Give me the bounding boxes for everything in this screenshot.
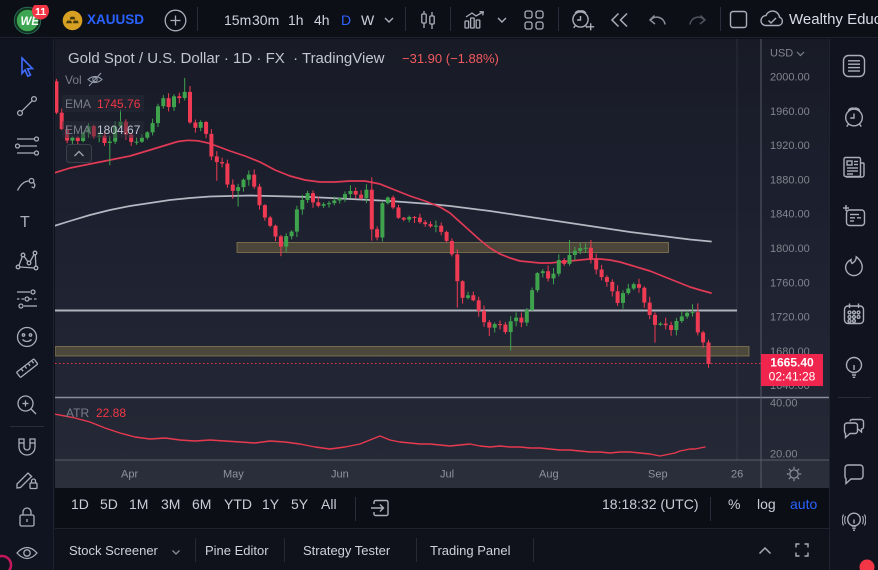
svg-text:Vol: Vol xyxy=(65,73,82,87)
svg-text:EMA: EMA xyxy=(65,123,91,137)
svg-text:Aug: Aug xyxy=(539,469,559,481)
svg-text:Jul: Jul xyxy=(440,469,454,481)
svg-text:Jun: Jun xyxy=(331,469,349,481)
svg-text:Apr: Apr xyxy=(121,469,138,481)
svg-text:40.00: 40.00 xyxy=(770,398,798,410)
svg-text:1840.00: 1840.00 xyxy=(770,209,810,221)
svg-text:20.00: 20.00 xyxy=(770,449,798,461)
svg-text:02:41:28: 02:41:28 xyxy=(769,370,816,384)
svg-text:1800.00: 1800.00 xyxy=(770,243,810,255)
svg-text:11: 11 xyxy=(35,6,46,18)
svg-text:22.88: 22.88 xyxy=(96,406,126,420)
svg-text:Sep: Sep xyxy=(648,469,668,481)
svg-text:1880.00: 1880.00 xyxy=(770,174,810,186)
svg-text:USD: USD xyxy=(770,48,793,60)
svg-text:EMA: EMA xyxy=(65,97,91,111)
svg-text:26: 26 xyxy=(731,469,743,481)
svg-text:1720.00: 1720.00 xyxy=(770,312,810,324)
svg-text:May: May xyxy=(223,469,244,481)
svg-text:Gold Spot / U.S. Dollar · 1D ·: Gold Spot / U.S. Dollar · 1D · FX · Trad… xyxy=(68,50,385,67)
svg-text:ATR: ATR xyxy=(66,406,89,420)
svg-text:1804.67: 1804.67 xyxy=(97,123,141,137)
svg-text:1920.00: 1920.00 xyxy=(770,140,810,152)
svg-text:1665.40: 1665.40 xyxy=(770,356,814,370)
svg-text:1745.76: 1745.76 xyxy=(97,97,141,111)
svg-text:1760.00: 1760.00 xyxy=(770,277,810,289)
svg-text:2000.00: 2000.00 xyxy=(770,72,810,84)
svg-text:−31.90 (−1.88%): −31.90 (−1.88%) xyxy=(402,51,499,66)
svg-text:1960.00: 1960.00 xyxy=(770,106,810,118)
